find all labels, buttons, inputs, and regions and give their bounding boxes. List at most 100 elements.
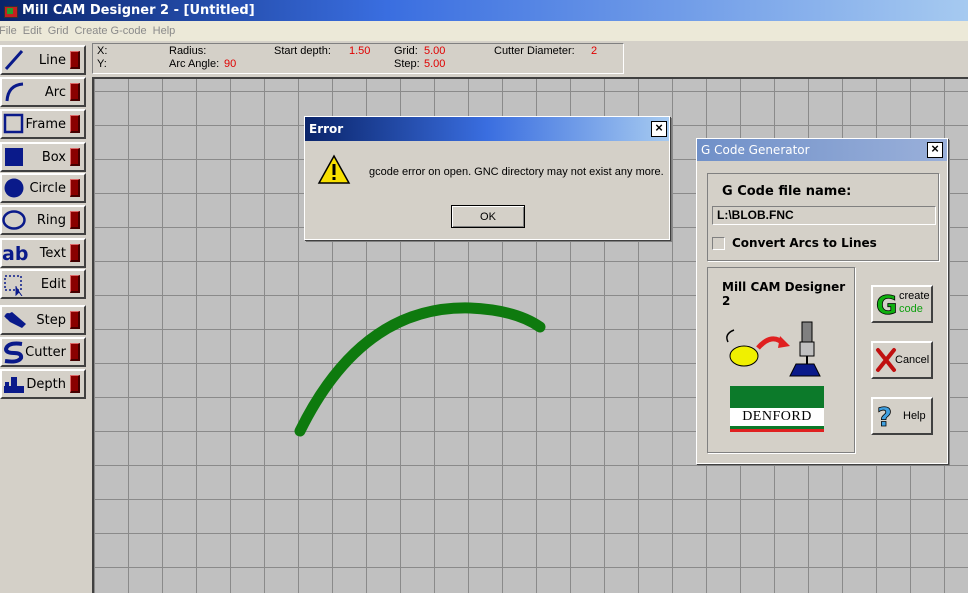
ring-tool-label: Ring — [36, 212, 66, 228]
help-question-icon: ? — [876, 401, 898, 434]
edit-tool-label: Edit — [40, 276, 66, 292]
menu-grid[interactable]: Grid — [48, 25, 75, 37]
step-tool-label: Step — [36, 312, 66, 328]
mouse-to-mill-icon — [722, 320, 832, 385]
svg-text:?: ? — [877, 403, 892, 431]
error-dialog-titlebar: Error — [305, 117, 669, 141]
gcode-dialog-title: G Code Generator — [701, 143, 810, 157]
menu-file[interactable]: File — [0, 25, 23, 37]
cancel-button[interactable]: Cancel — [871, 341, 933, 379]
create-code-button[interactable]: G create code — [871, 285, 933, 323]
product-info-group: Mill CAM Designer 2 DENFORD — [707, 267, 855, 453]
code-label: code — [899, 303, 923, 315]
cutter-diameter-value: 2 — [591, 45, 598, 57]
start-depth-value: 1.50 — [349, 45, 371, 57]
edit-icon — [2, 272, 28, 297]
text-tool-label: Text — [39, 245, 66, 261]
warning-icon — [317, 154, 351, 189]
arc-tool-button[interactable]: Arc — [0, 77, 86, 107]
menu-bar: File Edit Grid Create G-code Help — [0, 21, 968, 41]
box-icon — [2, 145, 28, 169]
convert-arcs-checkbox[interactable] — [712, 237, 725, 250]
window-title: Mill CAM Designer 2 - [Untitled] — [22, 3, 255, 18]
error-close-button[interactable]: × — [651, 121, 667, 137]
text-icon: ab — [2, 241, 28, 265]
error-message: gcode error on open. GNC directory may n… — [369, 166, 664, 178]
arc-tool-label: Arc — [44, 84, 66, 100]
title-bar: Mill CAM Designer 2 - [Untitled] — [0, 0, 968, 21]
edit-tool-button[interactable]: Edit — [0, 269, 86, 299]
arc-angle-label: Arc Angle: — [169, 58, 220, 70]
tool-palette: Line Arc Frame Box Circle Ring ab Text E… — [0, 43, 88, 593]
step-value: 5.00 — [424, 58, 446, 70]
circle-icon — [2, 176, 28, 200]
line-tool-indicator — [70, 51, 80, 69]
gcode-dialog-titlebar: G Code Generator — [697, 139, 947, 161]
start-depth-label: Start depth: — [274, 45, 331, 57]
convert-arcs-label: Convert Arcs to Lines — [732, 236, 877, 250]
step-tool-button[interactable]: Step — [0, 305, 86, 335]
arc-tool-indicator — [70, 83, 80, 101]
help-label: Help — [903, 410, 926, 422]
gcode-generator-dialog: G Code Generator × G Code file name: L:\… — [696, 138, 948, 464]
line-icon — [2, 48, 28, 72]
cutter-tool-button[interactable]: Cutter — [0, 337, 86, 367]
ok-button-label: OK — [480, 210, 496, 223]
denford-brand-text: DENFORD — [730, 408, 824, 426]
denford-logo: DENFORD — [730, 386, 824, 432]
menu-help[interactable]: Help — [153, 25, 182, 37]
grid-label: Grid: — [394, 45, 418, 57]
depth-tool-label: Depth — [26, 376, 66, 392]
error-dialog-title: Error — [309, 122, 344, 136]
radius-label: Radius: — [169, 45, 207, 57]
help-button[interactable]: ? Help — [871, 397, 933, 435]
status-info-panel: X: Y: Radius: Arc Angle: 90 Start depth:… — [92, 43, 624, 74]
ring-icon — [2, 208, 28, 232]
product-name: Mill CAM Designer 2 — [722, 280, 846, 308]
menu-edit[interactable]: Edit — [23, 25, 48, 37]
cutter-tool-label: Cutter — [25, 344, 66, 360]
circle-tool-button[interactable]: Circle — [0, 173, 86, 203]
step-tool-indicator — [70, 311, 80, 329]
frame-tool-button[interactable]: Frame — [0, 109, 86, 139]
app-icon — [3, 4, 18, 18]
cutter-tool-indicator — [70, 343, 80, 361]
y-coordinate-label: Y: — [97, 58, 107, 70]
create-label: create — [899, 290, 930, 302]
create-code-icon: G — [875, 289, 901, 324]
ring-tool-indicator — [70, 211, 80, 229]
depth-icon — [2, 372, 28, 396]
depth-tool-indicator — [70, 375, 80, 393]
gcode-file-name-field[interactable]: L:\BLOB.FNC — [712, 206, 936, 225]
menu-create-gcode[interactable]: Create G-code — [74, 25, 152, 37]
gcode-close-button[interactable]: × — [927, 142, 943, 158]
gcode-file-name-label: G Code file name: — [722, 184, 852, 199]
line-tool-label: Line — [38, 52, 66, 68]
circle-tool-indicator — [70, 179, 80, 197]
frame-tool-label: Frame — [25, 116, 66, 132]
line-tool-button[interactable]: Line — [0, 45, 86, 75]
text-tool-button[interactable]: ab Text — [0, 238, 86, 268]
cutter-icon — [2, 340, 28, 364]
svg-text:G: G — [876, 291, 897, 321]
box-tool-button[interactable]: Box — [0, 142, 86, 172]
step-label: Step: — [394, 58, 420, 70]
frame-tool-indicator — [70, 115, 80, 133]
step-icon — [2, 308, 28, 332]
depth-tool-button[interactable]: Depth — [0, 369, 86, 399]
svg-text:ab: ab — [2, 243, 28, 265]
cancel-label: Cancel — [895, 354, 930, 366]
ring-tool-button[interactable]: Ring — [0, 205, 86, 235]
error-dialog: Error × gcode error on open. GNC directo… — [304, 116, 670, 240]
arc-icon — [2, 80, 28, 104]
box-tool-label: Box — [41, 149, 66, 165]
circle-tool-label: Circle — [29, 180, 66, 196]
cutter-diameter-label: Cutter Diameter: — [494, 45, 575, 57]
grid-value: 5.00 — [424, 45, 446, 57]
text-tool-indicator — [70, 244, 80, 262]
x-coordinate-label: X: — [97, 45, 108, 57]
cancel-x-icon — [875, 347, 897, 376]
ok-button[interactable]: OK — [451, 205, 525, 228]
box-tool-indicator — [70, 148, 80, 166]
arc-angle-value: 90 — [224, 58, 237, 70]
